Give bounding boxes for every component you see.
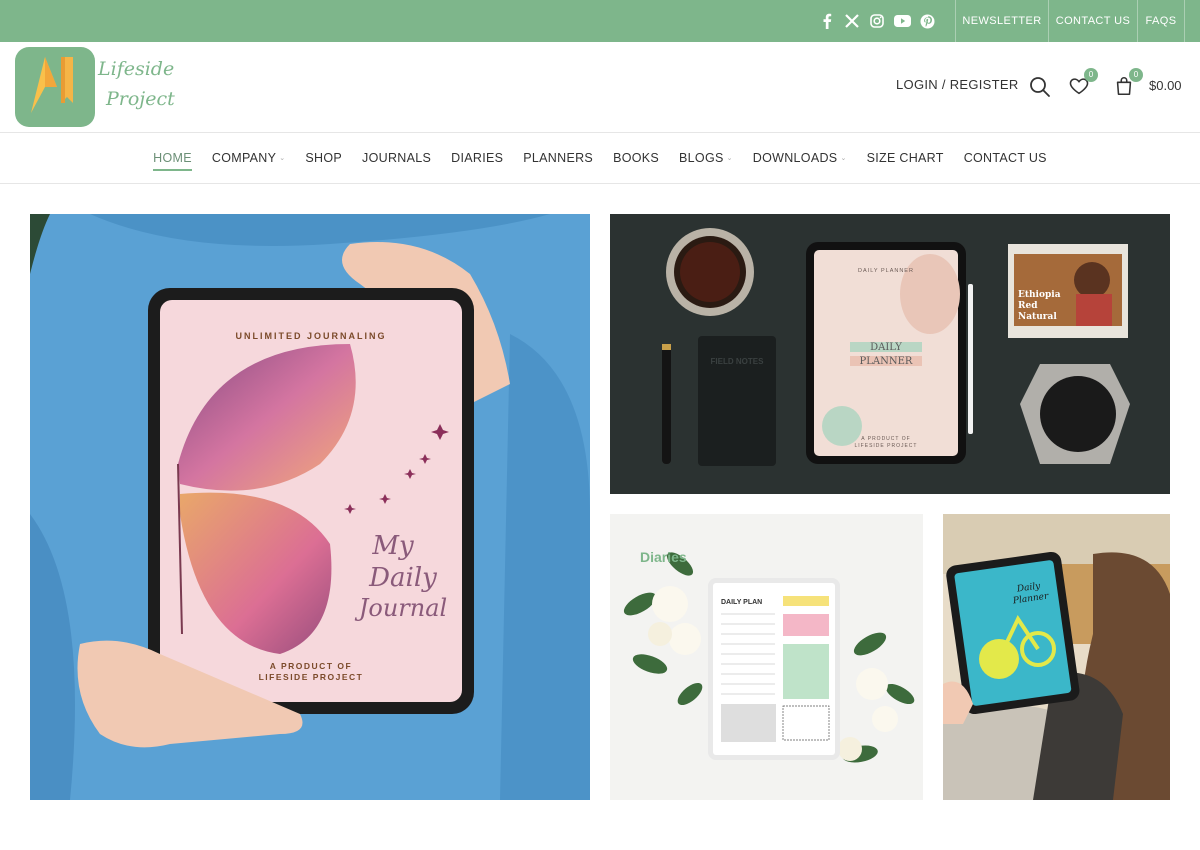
x-icon[interactable] bbox=[843, 12, 861, 30]
wishlist-button[interactable]: 0 bbox=[1068, 68, 1098, 99]
nav-item-size-chart[interactable]: SIZE CHART bbox=[867, 151, 944, 165]
cart-button[interactable]: 0 bbox=[1113, 68, 1143, 99]
nav-item-downloads[interactable]: DOWNLOADS ⌄ bbox=[753, 151, 847, 165]
nav-label: COMPANY bbox=[211, 151, 277, 165]
login-register-link[interactable]: LOGIN / REGISTER bbox=[896, 77, 1019, 92]
nav-label: HOME bbox=[153, 151, 192, 165]
diaries-label: Diaries bbox=[640, 549, 687, 565]
chevron-down-icon: ⌄ bbox=[726, 155, 733, 162]
tablet-reading-photo: Daily Planner bbox=[943, 514, 1170, 800]
nav-label: SHOP bbox=[305, 151, 343, 165]
nav-item-blogs[interactable]: BLOGS ⌄ bbox=[679, 151, 733, 165]
journal-bottom-2: LIFESIDE PROJECT bbox=[259, 672, 364, 682]
journal-bottom-1: A PRODUCT OF bbox=[270, 661, 352, 671]
main-navigation: HOME COMPANY ⌄ SHOP JOURNALS DIARIES PLAN… bbox=[0, 133, 1200, 184]
journal-top-text: UNLIMITED JOURNALING bbox=[236, 331, 387, 341]
journal-title-1: My bbox=[371, 531, 414, 561]
nav-label: BOOKS bbox=[613, 151, 660, 165]
nav-label: DIARIES bbox=[451, 151, 504, 165]
nav-item-home[interactable]: HOME bbox=[153, 151, 192, 171]
logo-icon[interactable] bbox=[15, 47, 95, 127]
planner-bottom-2: LIFESIDE PROJECT bbox=[855, 443, 918, 449]
nav-label: JOURNALS bbox=[362, 151, 432, 165]
facebook-icon[interactable] bbox=[818, 12, 836, 30]
notebook-label: FIELD NOTES bbox=[711, 357, 765, 366]
planner-title-1: DAILY bbox=[870, 342, 902, 353]
journal-banner[interactable]: UNLIMITED JOURNALING My Daily Journal A … bbox=[30, 214, 590, 800]
daily-plan-title: DAILY PLAN bbox=[721, 599, 762, 606]
nav-item-diaries[interactable]: DIARIES bbox=[451, 151, 503, 165]
instagram-icon[interactable] bbox=[868, 12, 886, 30]
site-header: Lifeside Project LOGIN / REGISTER 0 0 $0… bbox=[0, 42, 1200, 133]
brand-line-2: Project bbox=[106, 88, 175, 110]
nav-item-books[interactable]: BOOKS bbox=[613, 151, 659, 165]
nav-label: CONTACT US bbox=[963, 151, 1047, 165]
brand-wordmark[interactable]: Lifeside Project bbox=[98, 54, 188, 114]
planner-title-2: PLANNER bbox=[860, 356, 913, 367]
planner-flatlay-photo: FIELD NOTES DAILY PLANNER DAILY PLANNER … bbox=[610, 214, 1170, 494]
youtube-icon[interactable] bbox=[893, 12, 911, 30]
cart-count-badge: 0 bbox=[1129, 68, 1143, 82]
bag-line-1: Ethiopia bbox=[1018, 290, 1061, 300]
newsletter-link[interactable]: NEWSLETTER bbox=[955, 0, 1048, 42]
nav-item-shop[interactable]: SHOP bbox=[305, 151, 342, 165]
nav-item-company[interactable]: COMPANY ⌄ bbox=[212, 151, 286, 165]
bag-line-2: Red bbox=[1018, 301, 1038, 311]
cart-total[interactable]: $0.00 bbox=[1149, 78, 1182, 93]
journal-title-2: Daily bbox=[368, 563, 437, 593]
nav-label: BLOGS bbox=[679, 151, 724, 165]
wishlist-count-badge: 0 bbox=[1084, 68, 1098, 82]
journal-title-3: Journal bbox=[354, 594, 447, 622]
nav-item-contact-us[interactable]: CONTACT US bbox=[964, 151, 1047, 165]
nav-label: SIZE CHART bbox=[866, 151, 944, 165]
search-icon[interactable] bbox=[1028, 75, 1052, 99]
tablet-reading-banner[interactable]: Daily Planner bbox=[943, 514, 1170, 800]
planner-label: DAILY PLANNER bbox=[858, 268, 914, 274]
pinterest-icon[interactable] bbox=[918, 12, 936, 30]
chevron-down-icon: ⌄ bbox=[279, 155, 286, 162]
bag-line-3: Natural bbox=[1018, 312, 1057, 322]
diaries-banner[interactable]: DAILY PLAN Diaries bbox=[610, 514, 923, 800]
social-links bbox=[818, 0, 936, 42]
top-bar: NEWSLETTER CONTACT US FAQS bbox=[0, 0, 1200, 42]
contact-us-top-link[interactable]: CONTACT US bbox=[1048, 0, 1137, 42]
planner-bottom-1: A PRODUCT OF bbox=[861, 436, 910, 442]
nav-item-journals[interactable]: JOURNALS bbox=[362, 151, 431, 165]
nav-item-planners[interactable]: PLANNERS bbox=[523, 151, 593, 165]
nav-label: PLANNERS bbox=[523, 151, 594, 165]
faqs-link[interactable]: FAQS bbox=[1137, 0, 1185, 42]
brand-line-1: Lifeside bbox=[98, 58, 175, 80]
chevron-down-icon: ⌄ bbox=[840, 155, 847, 162]
journal-tablet-photo: UNLIMITED JOURNALING My Daily Journal A … bbox=[30, 214, 590, 800]
diaries-photo: DAILY PLAN Diaries bbox=[610, 514, 923, 800]
planner-banner[interactable]: FIELD NOTES DAILY PLANNER DAILY PLANNER … bbox=[610, 214, 1170, 494]
nav-label: DOWNLOADS bbox=[752, 151, 838, 165]
